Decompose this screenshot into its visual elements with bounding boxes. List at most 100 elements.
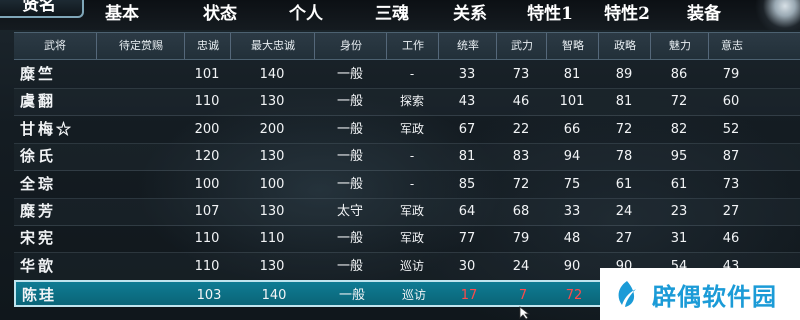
- officer-name: 陈珪: [22, 286, 57, 305]
- max-loyalty-value: 140: [261, 288, 287, 304]
- pending-reward: [96, 253, 184, 280]
- leadership-value: 30: [458, 258, 476, 274]
- intelligence-value: 90: [563, 258, 581, 274]
- job-value: 探索: [399, 94, 424, 109]
- tab-personal[interactable]: 个人: [266, 0, 346, 28]
- will-value: 52: [722, 121, 740, 137]
- officer-name: 宋宪: [20, 229, 57, 248]
- intelligence-value: 72: [565, 288, 583, 304]
- watermark-text: 辟偶软件园: [652, 282, 777, 311]
- leadership-value: 85: [458, 176, 476, 192]
- charisma-value: 61: [670, 176, 688, 192]
- politics-value: 61: [615, 176, 633, 192]
- identity-value: 一般: [336, 149, 363, 165]
- war-value: 68: [512, 204, 530, 219]
- pending-reward: [96, 143, 184, 170]
- intelligence-value: 101: [559, 94, 585, 110]
- header-identity[interactable]: 身份: [314, 33, 387, 59]
- charisma-value: 86: [670, 67, 688, 82]
- header-job[interactable]: 工作: [386, 33, 439, 59]
- table-row[interactable]: 全琮 100 100 一般 - 85 72 75 61 61 73: [14, 171, 800, 199]
- max-loyalty-value: 140: [259, 67, 285, 82]
- officer-name: 虞翻: [20, 92, 57, 111]
- tab-status[interactable]: 状态: [180, 0, 260, 28]
- header-politics[interactable]: 政略: [598, 33, 651, 59]
- intelligence-value: 33: [563, 204, 581, 219]
- politics-value: 27: [615, 231, 633, 247]
- war-value: 72: [512, 176, 530, 192]
- loyalty-value: 100: [194, 176, 220, 192]
- header-reward[interactable]: 待定赏赐: [96, 33, 185, 59]
- officer-name: 华歆: [20, 256, 57, 275]
- tab-basic[interactable]: 基本: [82, 0, 162, 28]
- politics-value: 89: [615, 67, 633, 82]
- job-value: -: [409, 176, 415, 191]
- job-value: 巡访: [401, 288, 426, 303]
- header-name[interactable]: 武将: [14, 33, 96, 59]
- pending-reward: [98, 282, 186, 309]
- leadership-value: 17: [460, 288, 478, 304]
- max-loyalty-value: 200: [259, 121, 285, 137]
- table-row[interactable]: 甘梅☆ 200 200 一般 军政 67 22 66 72 82 52: [14, 116, 800, 144]
- job-value: -: [409, 149, 415, 164]
- loyalty-value: 200: [194, 121, 220, 137]
- leadership-value: 33: [458, 67, 476, 82]
- identity-value: 一般: [336, 258, 363, 274]
- officer-name: 糜竺: [20, 65, 57, 83]
- header-intelligence[interactable]: 智略: [546, 33, 599, 59]
- table-row[interactable]: 糜芳 107 130 太守 军政 64 68 33 24 23 27: [14, 198, 800, 226]
- war-value: 79: [512, 231, 530, 247]
- table-header: 武将 待定赏赐 忠诚 最大忠诚 身份 工作 统率 武力 智略 政略 魅力 意志: [14, 32, 800, 60]
- header-loyalty[interactable]: 忠诚: [184, 33, 231, 59]
- tab-equipment[interactable]: 装备: [664, 0, 744, 28]
- job-value: 军政: [399, 121, 424, 136]
- mouse-cursor-icon: [519, 306, 531, 320]
- tab-trait-1[interactable]: 特性1: [510, 0, 590, 28]
- war-value: 73: [512, 67, 530, 82]
- job-value: 军政: [399, 204, 424, 218]
- intelligence-value: 75: [563, 176, 581, 192]
- will-value: 27: [722, 204, 740, 219]
- loyalty-value: 103: [196, 288, 222, 304]
- header-charisma[interactable]: 魅力: [650, 33, 709, 59]
- will-value: 46: [722, 231, 740, 247]
- leadership-value: 43: [458, 94, 476, 110]
- tab-trait-2[interactable]: 特性2: [587, 0, 667, 28]
- table-row[interactable]: 徐氏 120 130 一般 - 81 83 94 78 95 87: [14, 143, 800, 172]
- max-loyalty-value: 130: [259, 149, 285, 165]
- will-value: 73: [722, 176, 740, 192]
- intelligence-value: 81: [563, 67, 581, 82]
- officer-name: 甘梅☆: [20, 119, 75, 138]
- tab-xianming[interactable]: 贤名: [0, 0, 84, 18]
- job-value: 巡访: [399, 258, 424, 273]
- header-will[interactable]: 意志: [708, 33, 755, 59]
- max-loyalty-value: 130: [259, 258, 285, 274]
- identity-value: 一般: [338, 288, 365, 304]
- identity-value: 一般: [336, 94, 363, 110]
- pending-reward: [96, 225, 184, 252]
- max-loyalty-value: 130: [259, 94, 285, 110]
- max-loyalty-value: 110: [259, 231, 285, 247]
- table-row[interactable]: 糜竺 101 140 一般 - 33 73 81 89 86 79: [14, 61, 800, 89]
- tab-three-souls[interactable]: 三魂: [352, 0, 432, 28]
- loyalty-value: 107: [194, 204, 220, 219]
- loyalty-value: 101: [194, 67, 220, 82]
- identity-value: 一般: [336, 176, 363, 192]
- officer-name: 糜芳: [20, 202, 57, 220]
- charisma-value: 72: [670, 94, 688, 110]
- tab-relations[interactable]: 关系: [430, 0, 510, 28]
- intelligence-value: 48: [563, 231, 581, 247]
- header-war[interactable]: 武力: [496, 33, 547, 59]
- header-leadership[interactable]: 统率: [438, 33, 497, 59]
- table-row[interactable]: 宋宪 110 110 一般 军政 77 79 48 27 31 46: [14, 225, 800, 254]
- loyalty-value: 110: [194, 94, 220, 110]
- leadership-value: 77: [458, 231, 476, 247]
- charisma-value: 82: [670, 121, 688, 137]
- header-max-loyalty[interactable]: 最大忠诚: [230, 33, 315, 59]
- table-row[interactable]: 虞翻 110 130 一般 探索 43 46 101 81 72 60: [14, 88, 800, 117]
- watermark: 辟偶软件园: [600, 268, 800, 320]
- pending-reward: [96, 116, 184, 143]
- officer-name: 全琮: [20, 174, 57, 193]
- charisma-value: 23: [670, 204, 688, 219]
- identity-value: 一般: [336, 121, 363, 137]
